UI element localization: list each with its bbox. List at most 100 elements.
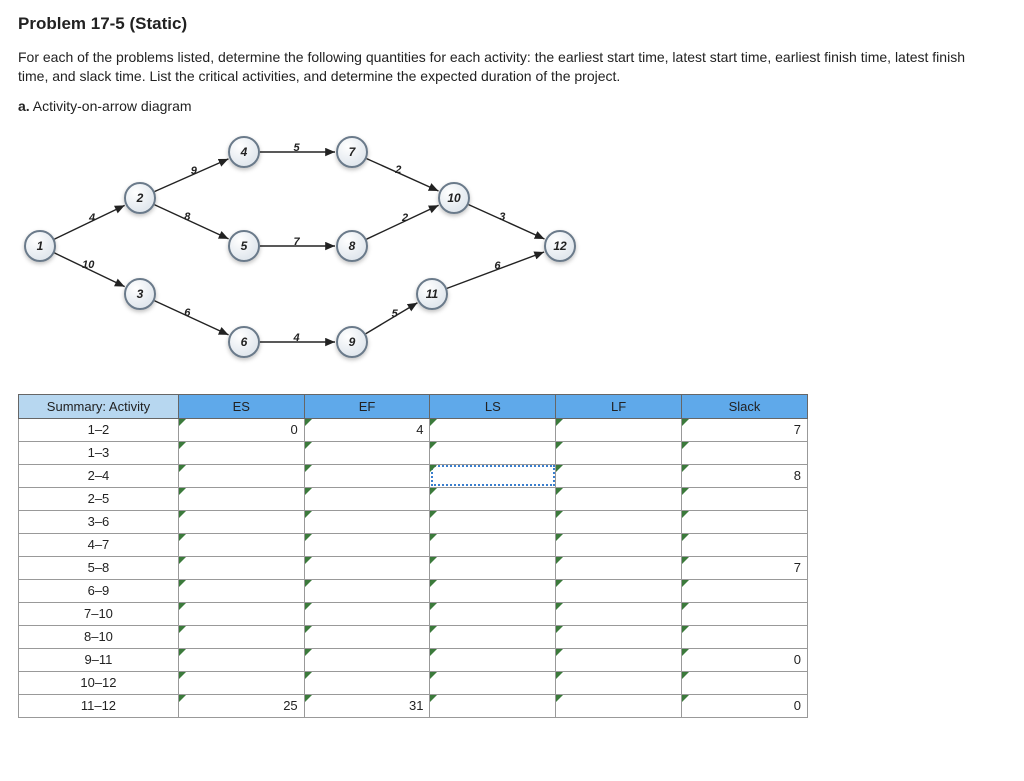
- edge-weight-2-5: 8: [184, 211, 190, 223]
- table-row: 10–12: [19, 671, 808, 694]
- cell-es[interactable]: [178, 579, 304, 602]
- cell-ls[interactable]: [430, 533, 556, 556]
- cell-slack[interactable]: [681, 441, 807, 464]
- diagram-node-10: 10: [438, 182, 470, 214]
- table-row: 9–11 0: [19, 648, 808, 671]
- cell-ef[interactable]: [304, 579, 430, 602]
- cell-es[interactable]: [178, 464, 304, 487]
- activity-label: 8–10: [19, 625, 179, 648]
- col-header: LS: [430, 394, 556, 418]
- cell-ls[interactable]: [430, 625, 556, 648]
- table-row: 11–1225310: [19, 694, 808, 717]
- cell-lf[interactable]: [556, 625, 682, 648]
- activity-label: 9–11: [19, 648, 179, 671]
- cell-lf[interactable]: [556, 694, 682, 717]
- table-row: 3–6: [19, 510, 808, 533]
- activity-on-arrow-diagram: 12345678910111241098657422536: [18, 120, 658, 380]
- diagram-node-1: 1: [24, 230, 56, 262]
- cell-es[interactable]: [178, 648, 304, 671]
- cell-ef[interactable]: [304, 602, 430, 625]
- cell-slack[interactable]: [681, 625, 807, 648]
- cell-ls[interactable]: [430, 464, 556, 487]
- cell-ef[interactable]: [304, 441, 430, 464]
- cell-ls[interactable]: [430, 418, 556, 441]
- activity-label: 2–5: [19, 487, 179, 510]
- cell-lf[interactable]: [556, 671, 682, 694]
- cell-ef[interactable]: 4: [304, 418, 430, 441]
- cell-ls[interactable]: [430, 694, 556, 717]
- cell-ls[interactable]: [430, 510, 556, 533]
- diagram-node-9: 9: [336, 326, 368, 358]
- cell-es[interactable]: [178, 602, 304, 625]
- cell-es[interactable]: [178, 441, 304, 464]
- cell-ls[interactable]: [430, 487, 556, 510]
- table-row: 5–87: [19, 556, 808, 579]
- cell-slack[interactable]: [681, 671, 807, 694]
- cell-lf[interactable]: [556, 418, 682, 441]
- activity-label: 7–10: [19, 602, 179, 625]
- cell-ef[interactable]: [304, 510, 430, 533]
- cell-lf[interactable]: [556, 602, 682, 625]
- cell-es[interactable]: [178, 533, 304, 556]
- cell-ef[interactable]: [304, 464, 430, 487]
- diagram-node-5: 5: [228, 230, 260, 262]
- problem-intro: For each of the problems listed, determi…: [18, 48, 998, 86]
- edge-weight-8-10: 2: [402, 212, 408, 224]
- cell-slack[interactable]: [681, 487, 807, 510]
- cell-ls[interactable]: [430, 556, 556, 579]
- cell-slack[interactable]: [681, 602, 807, 625]
- cell-slack[interactable]: 8: [681, 464, 807, 487]
- table-row: 2–48: [19, 464, 808, 487]
- cell-slack[interactable]: [681, 579, 807, 602]
- cell-ls[interactable]: [430, 441, 556, 464]
- cell-lf[interactable]: [556, 464, 682, 487]
- diagram-node-7: 7: [336, 136, 368, 168]
- cell-lf[interactable]: [556, 556, 682, 579]
- cell-ef[interactable]: [304, 648, 430, 671]
- table-row: 7–10: [19, 602, 808, 625]
- cell-slack[interactable]: [681, 510, 807, 533]
- edge-weight-7-10: 2: [395, 164, 401, 176]
- cell-lf[interactable]: [556, 579, 682, 602]
- cell-ef[interactable]: [304, 671, 430, 694]
- cell-slack[interactable]: 0: [681, 694, 807, 717]
- cell-lf[interactable]: [556, 533, 682, 556]
- edge-weight-9-11: 5: [392, 308, 398, 320]
- col-header: ES: [178, 394, 304, 418]
- cell-ef[interactable]: [304, 533, 430, 556]
- cell-ls[interactable]: [430, 671, 556, 694]
- activity-label: 3–6: [19, 510, 179, 533]
- cell-ls[interactable]: [430, 579, 556, 602]
- diagram-node-6: 6: [228, 326, 260, 358]
- cell-ef[interactable]: 31: [304, 694, 430, 717]
- cell-slack[interactable]: [681, 533, 807, 556]
- cell-es[interactable]: [178, 510, 304, 533]
- cell-slack[interactable]: 0: [681, 648, 807, 671]
- table-row: 6–9: [19, 579, 808, 602]
- cell-ls[interactable]: [430, 602, 556, 625]
- cell-ef[interactable]: [304, 556, 430, 579]
- cell-slack[interactable]: 7: [681, 418, 807, 441]
- cell-lf[interactable]: [556, 648, 682, 671]
- cell-lf[interactable]: [556, 441, 682, 464]
- cell-ef[interactable]: [304, 625, 430, 648]
- summary-table: Summary: ActivityESEFLSLFSlack 1–20471–3…: [18, 394, 808, 718]
- edge-weight-3-6: 6: [184, 307, 190, 319]
- cell-ls[interactable]: [430, 648, 556, 671]
- cell-es[interactable]: [178, 487, 304, 510]
- cell-slack[interactable]: 7: [681, 556, 807, 579]
- table-row: 1–3: [19, 441, 808, 464]
- edge-weight-11-12: 6: [494, 260, 500, 272]
- diagram-node-4: 4: [228, 136, 260, 168]
- cell-ef[interactable]: [304, 487, 430, 510]
- subheading-text: Activity-on-arrow diagram: [30, 98, 192, 114]
- cell-es[interactable]: [178, 671, 304, 694]
- cell-es[interactable]: [178, 556, 304, 579]
- cell-es[interactable]: [178, 625, 304, 648]
- subheading-prefix: a.: [18, 98, 30, 114]
- cell-es[interactable]: 0: [178, 418, 304, 441]
- cell-lf[interactable]: [556, 510, 682, 533]
- cell-es[interactable]: 25: [178, 694, 304, 717]
- cell-lf[interactable]: [556, 487, 682, 510]
- edge-weight-10-12: 3: [499, 211, 505, 223]
